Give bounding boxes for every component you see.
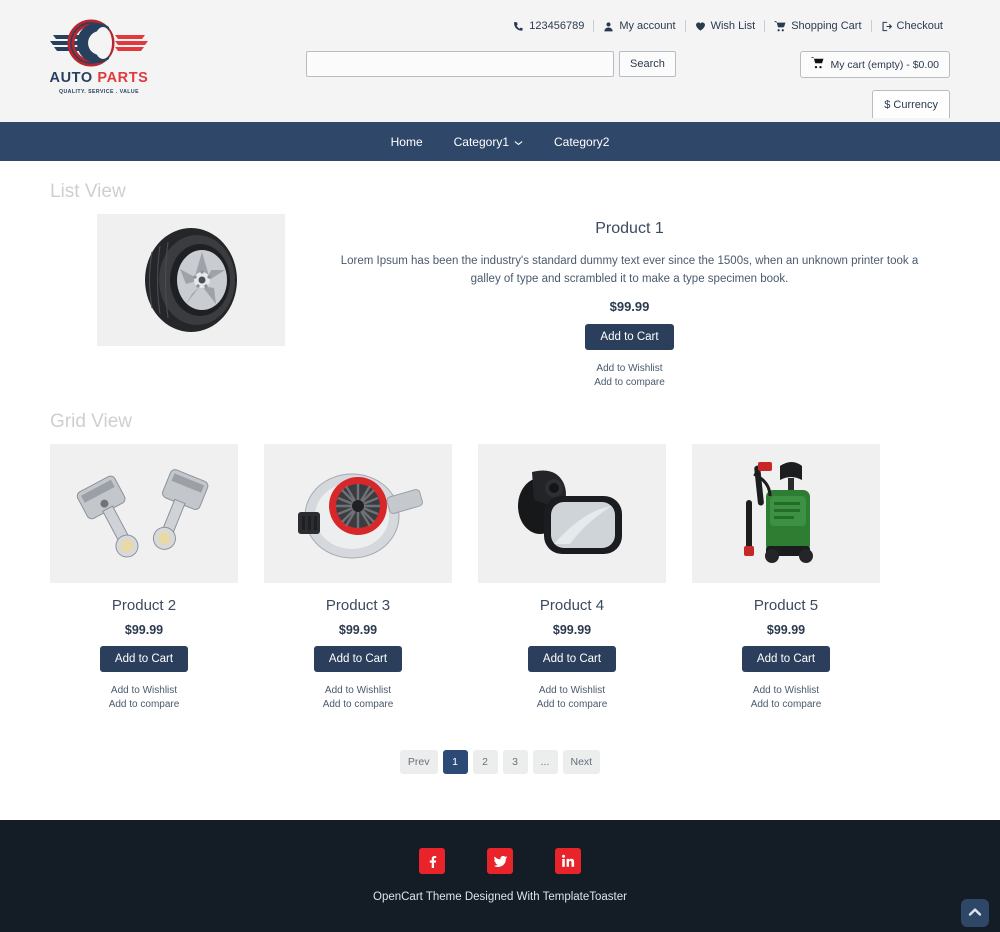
grid-view-products: Product 2 $99.99 Add to Cart Add to Wish… — [50, 443, 950, 713]
product-4-price: $99.99 — [552, 622, 592, 637]
product-1-price: $99.99 — [609, 298, 650, 314]
footer-credit-text: OpenCart Theme Designed With TemplateToa… — [373, 891, 627, 904]
phone-icon — [513, 21, 524, 32]
linkedin-icon[interactable] — [555, 848, 581, 875]
product-3-image[interactable] — [264, 443, 452, 583]
search-input[interactable] — [306, 51, 614, 77]
product-4-add-to-cart-button[interactable]: Add to Cart — [527, 645, 617, 672]
top-link-shopping-cart-label: Shopping Cart — [791, 20, 862, 32]
top-link-checkout[interactable]: Checkout — [870, 20, 952, 32]
logo-wordmark: AUTO PARTS — [47, 71, 151, 86]
product-5-compare-link[interactable]: Add to compare — [692, 698, 880, 713]
logo-auto-text: AUTO — [49, 70, 93, 86]
top-link-checkout-label: Checkout — [896, 20, 943, 32]
product-4-name: Product 4 — [539, 596, 605, 614]
product-3-name: Product 3 — [325, 596, 391, 614]
product-3-compare-link[interactable]: Add to compare — [264, 698, 452, 713]
product-2-image[interactable] — [50, 443, 238, 583]
mini-cart-icon — [811, 57, 824, 72]
top-link-phone-label: 123456789 — [529, 20, 585, 32]
list-view-product: Product 1 Lorem Ipsum has been the indus… — [50, 214, 950, 391]
product-2-add-to-cart-button[interactable]: Add to Cart — [99, 645, 189, 672]
twitter-icon[interactable] — [487, 848, 513, 875]
product-4-image[interactable] — [478, 443, 666, 583]
top-link-phone[interactable]: 123456789 — [504, 20, 593, 32]
top-link-shopping-cart[interactable]: Shopping Cart — [764, 20, 870, 32]
product-3-wishlist-link[interactable]: Add to Wishlist — [264, 684, 452, 699]
grid-product-card: Product 4 $99.99 Add to Cart Add to Wish… — [478, 443, 666, 713]
top-utility-links: 123456789 My account Wish List Shopping … — [504, 20, 952, 32]
site-footer: OpenCart Theme Designed With TemplateToa… — [0, 819, 1000, 932]
scroll-to-top-button[interactable] — [961, 898, 989, 927]
product-2-compare-link[interactable]: Add to compare — [50, 698, 238, 713]
product-5-add-to-cart-button[interactable]: Add to Cart — [741, 645, 831, 672]
pagination-prev-button[interactable]: Prev — [399, 749, 438, 774]
product-1-add-to-cart-button[interactable]: Add to Cart — [585, 323, 674, 350]
facebook-icon[interactable] — [419, 848, 445, 875]
logo-mark-icon — [47, 18, 151, 70]
site-logo[interactable]: AUTO PARTS QUALITY. SERVICE . VALUE — [47, 18, 151, 102]
product-3-add-to-cart-button[interactable]: Add to Cart — [313, 645, 403, 672]
product-2-name: Product 2 — [111, 596, 177, 614]
chevron-up-icon — [968, 904, 982, 922]
product-1-info: Product 1 Lorem Ipsum has been the indus… — [285, 214, 950, 391]
nav-item-category2-label: Category2 — [554, 134, 610, 149]
grid-product-card: Product 3 $99.99 Add to Cart Add to Wish… — [264, 443, 452, 713]
product-1-wishlist-link[interactable]: Add to Wishlist — [319, 362, 940, 377]
product-5-price: $99.99 — [766, 622, 806, 637]
grid-product-card: Product 5 $99.99 Add to Cart Add to Wish… — [692, 443, 880, 713]
search-bar: Search — [306, 51, 676, 77]
pagination-next-button[interactable]: Next — [562, 749, 601, 774]
pagination: Prev 1 2 3 ... Next — [50, 749, 950, 820]
mini-cart-button[interactable]: My cart (empty) - $0.00 — [800, 51, 950, 78]
nav-item-category1[interactable]: Category1 — [454, 135, 523, 149]
pagination-page-1-button[interactable]: 1 — [442, 749, 468, 774]
product-3-sub-links: Add to Wishlist Add to compare — [264, 684, 452, 713]
top-link-my-account-label: My account — [619, 20, 676, 32]
product-5-wishlist-link[interactable]: Add to Wishlist — [692, 684, 880, 699]
mini-cart-label: My cart (empty) - $0.00 — [830, 58, 939, 71]
product-1-image[interactable] — [97, 214, 285, 346]
product-3-price: $99.99 — [338, 622, 378, 637]
user-icon — [603, 21, 614, 32]
nav-item-home[interactable]: Home — [391, 135, 423, 149]
product-1-description: Lorem Ipsum has been the industry's stan… — [340, 255, 919, 286]
top-link-wish-list[interactable]: Wish List — [684, 20, 765, 32]
heart-icon — [695, 21, 706, 32]
product-4-wishlist-link[interactable]: Add to Wishlist — [478, 684, 666, 699]
product-2-price: $99.99 — [124, 622, 164, 637]
product-1-name: Product 1 — [595, 220, 664, 237]
product-1-compare-link[interactable]: Add to compare — [319, 376, 940, 391]
pagination-ellipsis: ... — [532, 749, 558, 774]
product-2-sub-links: Add to Wishlist Add to compare — [50, 684, 238, 713]
product-4-compare-link[interactable]: Add to compare — [478, 698, 666, 713]
logo-parts-text: PARTS — [97, 70, 149, 86]
chevron-down-icon — [514, 135, 523, 149]
pagination-page-3-button[interactable]: 3 — [502, 749, 528, 774]
product-4-sub-links: Add to Wishlist Add to compare — [478, 684, 666, 713]
currency-selector[interactable]: $ Currency — [872, 90, 950, 118]
cart-icon — [774, 20, 786, 32]
top-link-my-account[interactable]: My account — [593, 20, 684, 32]
site-header: AUTO PARTS QUALITY. SERVICE . VALUE 1234… — [0, 0, 1000, 122]
top-link-wish-list-label: Wish List — [710, 20, 756, 32]
logo-tagline: QUALITY. SERVICE . VALUE — [58, 88, 140, 95]
product-2-wishlist-link[interactable]: Add to Wishlist — [50, 684, 238, 699]
grid-product-card: Product 2 $99.99 Add to Cart Add to Wish… — [50, 443, 238, 713]
product-5-image[interactable] — [692, 443, 880, 583]
nav-item-home-label: Home — [390, 134, 423, 149]
nav-item-category1-label: Category1 — [453, 134, 509, 149]
product-5-sub-links: Add to Wishlist Add to compare — [692, 684, 880, 713]
main-content: List View Product 1 Lorem Ipsum has been… — [0, 161, 1000, 820]
product-1-sub-links: Add to Wishlist Add to compare — [319, 362, 940, 391]
search-button[interactable]: Search — [619, 51, 676, 77]
list-view-heading: List View — [50, 181, 126, 202]
nav-item-category2[interactable]: Category2 — [554, 135, 609, 149]
checkout-icon — [881, 21, 892, 32]
social-links — [419, 848, 581, 875]
product-5-name: Product 5 — [753, 596, 819, 614]
grid-view-heading: Grid View — [50, 410, 133, 432]
pagination-page-2-button[interactable]: 2 — [472, 749, 498, 774]
main-navigation: Home Category1 Category2 — [0, 122, 1000, 161]
